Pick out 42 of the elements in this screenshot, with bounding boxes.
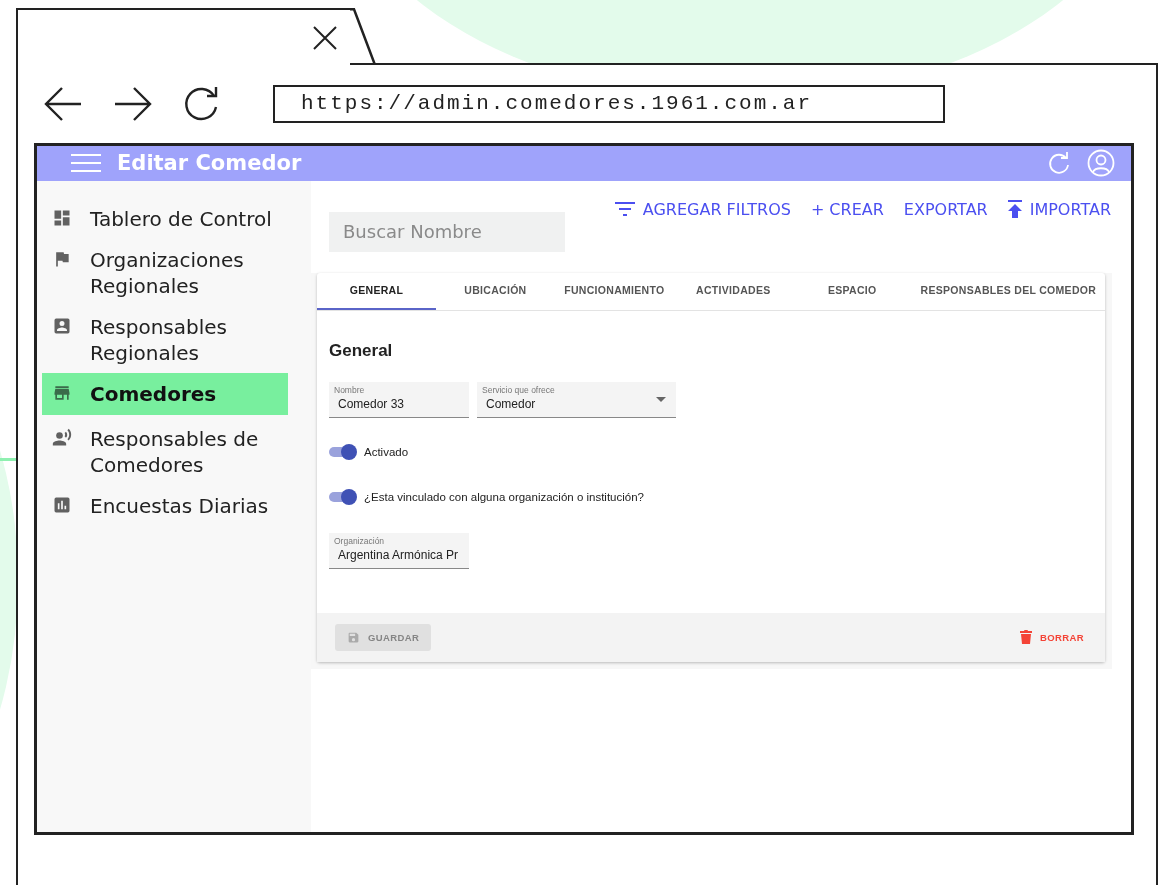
search-field[interactable]: Buscar Nombre (329, 211, 565, 252)
filter-icon (614, 201, 635, 217)
field-label: Servicio que ofrece (482, 384, 556, 395)
tab[interactable]: RESPONSABLES DEL COMEDOR (911, 272, 1105, 310)
page-title: Editar Comedor (117, 151, 303, 175)
save-icon (347, 630, 360, 644)
toolbar-button[interactable]: + CREAR (810, 199, 884, 219)
trash-icon (1019, 630, 1032, 644)
forward-icon[interactable] (113, 85, 153, 122)
toolbar-button[interactable]: EXPORTAR (903, 199, 988, 219)
sidebar-item[interactable]: Tablero de Control (42, 201, 288, 236)
field-label: Nombre (334, 384, 366, 395)
toolbar-button[interactable]: IMPORTAR (1007, 199, 1111, 219)
toolbar-button[interactable]: AGREGAR FILTROS (614, 199, 791, 219)
input-field[interactable]: Nombre Comedor 33 (329, 381, 469, 418)
switch-label: Activado (364, 445, 409, 458)
sidebar-item[interactable]: Responsables Regionales (42, 309, 288, 370)
field-label: Organización (334, 535, 386, 546)
input-field[interactable]: Organización Argentina Armónica Pr (329, 532, 469, 569)
dropdown-caret-icon[interactable] (656, 396, 666, 402)
tab[interactable]: GENERAL (317, 272, 436, 310)
field-value: Comedor 33 (338, 396, 405, 411)
tab[interactable]: UBICACIÓN (435, 272, 555, 310)
section-title: General (329, 340, 394, 361)
field-value: Comedor (486, 396, 536, 411)
speaking-person-icon (52, 427, 72, 448)
close-icon[interactable] (312, 24, 338, 51)
switch-label: ¿Esta vinculado con alguna organización o institución? (364, 490, 644, 503)
upload-icon (1007, 200, 1022, 218)
sidebar-item[interactable]: Organizaciones Regionales (42, 242, 288, 303)
tab[interactable]: FUNCIONAMIENTO (554, 272, 674, 310)
sidebar-item[interactable]: Encuestas Diarias (42, 488, 288, 523)
toggle-switch[interactable] (329, 487, 357, 506)
field-value: Argentina Armónica Pr (338, 547, 459, 562)
tab[interactable]: ESPACIO (792, 272, 912, 310)
address-bar[interactable]: https://admin.comedores.1961.com.ar (273, 84, 945, 123)
select-field[interactable]: Servicio que ofrece Comedor (477, 381, 676, 418)
tab[interactable]: ACTIVIDADES (673, 272, 793, 310)
sidebar-item[interactable]: Comedores (42, 372, 288, 415)
back-icon[interactable] (43, 85, 83, 122)
sidebar-item[interactable]: Responsables de Comedores (42, 421, 288, 482)
toggle-switch[interactable] (329, 442, 357, 461)
